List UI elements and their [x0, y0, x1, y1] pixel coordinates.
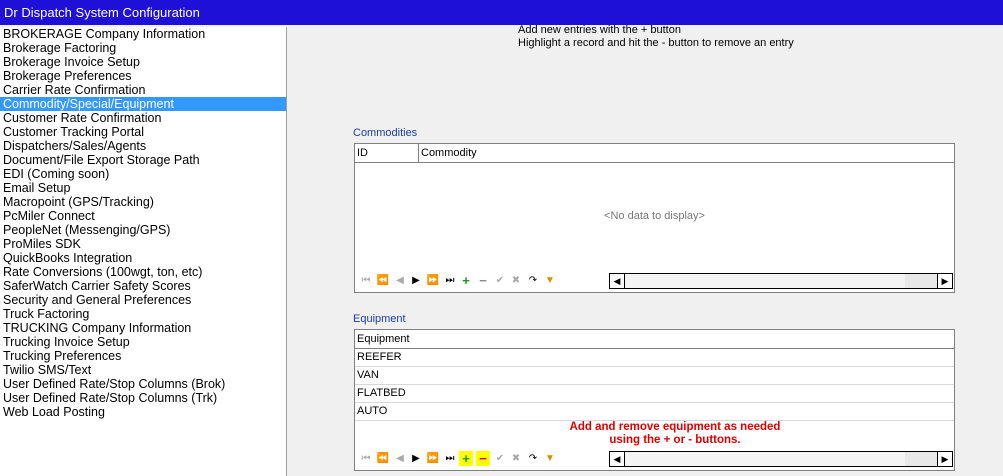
- post-icon[interactable]: ✔: [493, 451, 507, 466]
- scroll-thumb[interactable]: [625, 274, 905, 288]
- sidebar-item[interactable]: EDI (Coming soon): [0, 167, 286, 181]
- sidebar-item[interactable]: Web Load Posting: [0, 405, 286, 419]
- table-row[interactable]: FLATBED: [355, 385, 954, 403]
- scroll-left-icon[interactable]: ◀: [610, 274, 625, 288]
- scroll-left-icon[interactable]: ◀: [610, 452, 625, 466]
- sidebar-item[interactable]: Carrier Rate Confirmation: [0, 83, 286, 97]
- sidebar-item[interactable]: Rate Conversions (100wgt, ton, etc): [0, 265, 286, 279]
- commodities-grid-header: ID Commodity: [355, 144, 954, 163]
- prior-page-icon[interactable]: ⏪: [376, 451, 390, 466]
- window-title-bar: Dr Dispatch System Configuration: [0, 0, 1003, 25]
- prior-icon[interactable]: ◀: [393, 273, 407, 288]
- equipment-annotation: Add and remove equipment as needed using…: [495, 421, 855, 447]
- annotation-line-2: using the + or - buttons.: [609, 434, 741, 446]
- sidebar-item[interactable]: Brokerage Invoice Setup: [0, 55, 286, 69]
- sidebar-item[interactable]: SaferWatch Carrier Safety Scores: [0, 279, 286, 293]
- sidebar-item[interactable]: Trucking Preferences: [0, 349, 286, 363]
- sidebar-item[interactable]: Customer Rate Confirmation: [0, 111, 286, 125]
- add-icon[interactable]: +: [459, 451, 473, 466]
- window-title: Dr Dispatch System Configuration: [4, 5, 200, 20]
- sidebar-item[interactable]: Brokerage Factoring: [0, 41, 286, 55]
- add-icon[interactable]: +: [459, 273, 473, 288]
- scroll-thumb[interactable]: [625, 452, 905, 466]
- sidebar-item[interactable]: PcMiler Connect: [0, 209, 286, 223]
- instruction-remove: Highlight a record and hit the - button …: [518, 37, 794, 49]
- last-icon[interactable]: ⏭: [443, 273, 457, 288]
- sidebar-item[interactable]: Twilio SMS/Text: [0, 363, 286, 377]
- remove-icon[interactable]: −: [476, 451, 490, 466]
- refresh-icon[interactable]: ↷: [526, 451, 540, 466]
- cancel-icon[interactable]: ✖: [509, 273, 523, 288]
- commodities-label: Commodities: [353, 127, 418, 139]
- filter-icon[interactable]: ▼: [543, 451, 557, 466]
- sidebar-item[interactable]: Customer Tracking Portal: [0, 125, 286, 139]
- table-row[interactable]: REEFER: [355, 349, 954, 367]
- column-header-id[interactable]: ID: [355, 144, 419, 162]
- prior-icon[interactable]: ◀: [393, 451, 407, 466]
- refresh-icon[interactable]: ↷: [526, 273, 540, 288]
- instruction-add: Add new entries with the + button: [518, 24, 681, 36]
- equipment-grid[interactable]: Equipment REEFER VAN FLATBED AUTO Add and r…: [354, 329, 955, 471]
- sidebar-item[interactable]: Trucking Invoice Setup: [0, 335, 286, 349]
- column-header-commodity[interactable]: Commodity: [419, 144, 954, 162]
- scroll-right-icon[interactable]: ▶: [937, 452, 952, 466]
- cancel-icon[interactable]: ✖: [509, 451, 523, 466]
- first-icon[interactable]: ⏮: [359, 273, 373, 288]
- commodities-horizontal-scrollbar[interactable]: ◀ ▶: [609, 273, 953, 289]
- sidebar-item[interactable]: QuickBooks Integration: [0, 251, 286, 265]
- sidebar-item[interactable]: Email Setup: [0, 181, 286, 195]
- sidebar-item[interactable]: Truck Factoring: [0, 307, 286, 321]
- main-panel: Add new entries with the + button Highli…: [288, 24, 1003, 476]
- config-sidebar[interactable]: BROKERAGE Company Information Brokerage F…: [0, 27, 287, 476]
- equipment-grid-header: Equipment: [355, 330, 954, 349]
- equipment-horizontal-scrollbar[interactable]: ◀ ▶: [609, 451, 953, 467]
- equipment-label: Equipment: [353, 313, 406, 325]
- column-header-equipment[interactable]: Equipment: [355, 330, 954, 348]
- sidebar-item[interactable]: User Defined Rate/Stop Columns (Brok): [0, 377, 286, 391]
- next-page-icon[interactable]: ⏩: [426, 451, 440, 466]
- next-page-icon[interactable]: ⏩: [426, 273, 440, 288]
- scroll-right-icon[interactable]: ▶: [937, 274, 952, 288]
- prior-page-icon[interactable]: ⏪: [376, 273, 390, 288]
- no-data-text: <No data to display>: [604, 210, 705, 222]
- filter-icon[interactable]: ▼: [543, 273, 557, 288]
- next-icon[interactable]: ▶: [409, 273, 423, 288]
- next-icon[interactable]: ▶: [409, 451, 423, 466]
- sidebar-item[interactable]: PeopleNet (Messenging/GPS): [0, 223, 286, 237]
- equipment-navigator: ⏮ ⏪ ◀ ▶ ⏩ ⏭ + − ✔ ✖ ↷ ▼ ◀ ▶: [355, 448, 954, 470]
- sidebar-item[interactable]: Macropoint (GPS/Tracking): [0, 195, 286, 209]
- sidebar-item[interactable]: Dispatchers/Sales/Agents: [0, 139, 286, 153]
- sidebar-item[interactable]: Document/File Export Storage Path: [0, 153, 286, 167]
- sidebar-item[interactable]: ProMiles SDK: [0, 237, 286, 251]
- remove-icon[interactable]: −: [476, 273, 490, 288]
- annotation-line-1: Add and remove equipment as needed: [569, 421, 781, 433]
- sidebar-item[interactable]: TRUCKING Company Information: [0, 321, 286, 335]
- last-icon[interactable]: ⏭: [443, 451, 457, 466]
- sidebar-item[interactable]: User Defined Rate/Stop Columns (Trk): [0, 391, 286, 405]
- post-icon[interactable]: ✔: [493, 273, 507, 288]
- first-icon[interactable]: ⏮: [359, 451, 373, 466]
- sidebar-item[interactable]: Commodity/Special/Equipment: [0, 97, 286, 111]
- commodities-grid[interactable]: ID Commodity <No data to display> ⏮ ⏪ ◀ ▶ ⏩ ⏭…: [354, 143, 955, 293]
- table-row[interactable]: VAN: [355, 367, 954, 385]
- commodities-navigator: ⏮ ⏪ ◀ ▶ ⏩ ⏭ + − ✔ ✖ ↷ ▼ ◀ ▶: [355, 270, 954, 292]
- sidebar-item[interactable]: Security and General Preferences: [0, 293, 286, 307]
- sidebar-item[interactable]: Brokerage Preferences: [0, 69, 286, 83]
- equipment-rows: REEFER VAN FLATBED AUTO: [355, 349, 954, 421]
- sidebar-item[interactable]: BROKERAGE Company Information: [0, 27, 286, 41]
- table-row[interactable]: AUTO: [355, 403, 954, 421]
